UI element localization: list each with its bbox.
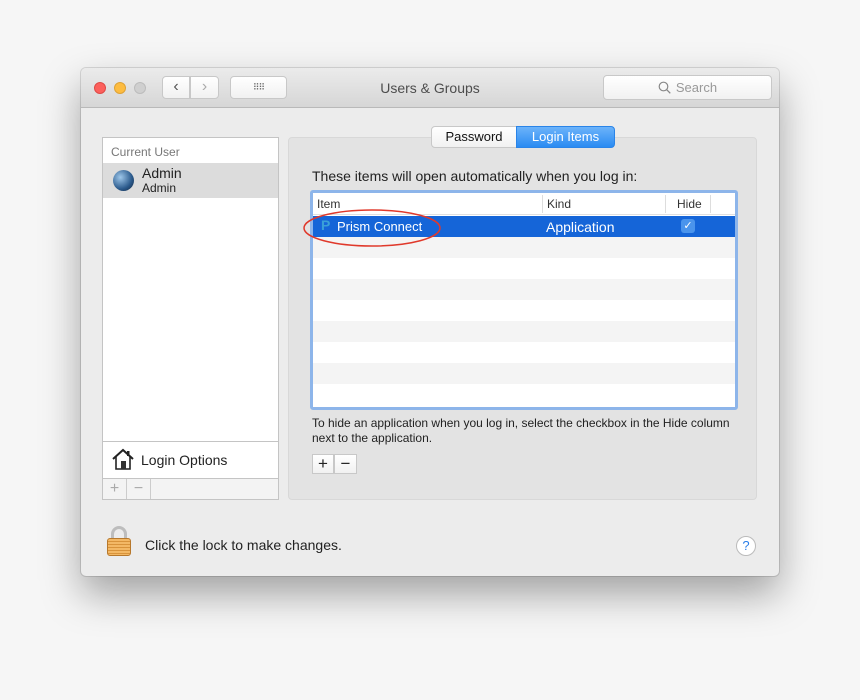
user-list: Current User Admin Admin Login Options +… xyxy=(102,137,279,500)
hide-checkbox[interactable]: ✓ xyxy=(681,219,695,233)
tab-password[interactable]: Password xyxy=(431,126,517,148)
remove-item-button[interactable]: − xyxy=(334,454,357,474)
help-button[interactable]: ? xyxy=(736,536,756,556)
lock-icon[interactable] xyxy=(107,526,131,556)
user-list-toolbar: + − xyxy=(103,479,278,499)
search-input[interactable]: Search xyxy=(603,75,772,100)
column-kind[interactable]: Kind xyxy=(547,197,571,211)
annotation-ellipse xyxy=(303,209,441,247)
panel-heading: These items will open automatically when… xyxy=(312,168,638,184)
user-role: Admin xyxy=(142,181,177,195)
search-icon xyxy=(658,81,671,94)
users-groups-window: ‹ › ⠿⠿ Users & Groups Search Current Use… xyxy=(81,68,779,576)
add-item-button[interactable]: + xyxy=(312,454,334,474)
login-options-item[interactable]: Login Options xyxy=(103,441,278,479)
lock-text: Click the lock to make changes. xyxy=(145,537,342,553)
add-user-button[interactable]: + xyxy=(103,479,127,499)
login-options-label: Login Options xyxy=(141,452,228,468)
tab-login-items[interactable]: Login Items xyxy=(516,126,615,148)
remove-user-button[interactable]: − xyxy=(127,479,151,499)
globe-avatar-icon xyxy=(113,170,134,191)
user-name: Admin xyxy=(142,165,182,181)
item-kind: Application xyxy=(546,219,615,235)
house-icon xyxy=(112,448,134,470)
user-item-admin[interactable]: Admin Admin xyxy=(103,163,278,198)
hint-text: To hide an application when you log in, … xyxy=(312,416,730,445)
column-hide[interactable]: Hide xyxy=(677,197,702,211)
section-label: Current User xyxy=(111,145,180,159)
title-bar: ‹ › ⠿⠿ Users & Groups Search xyxy=(81,68,779,108)
